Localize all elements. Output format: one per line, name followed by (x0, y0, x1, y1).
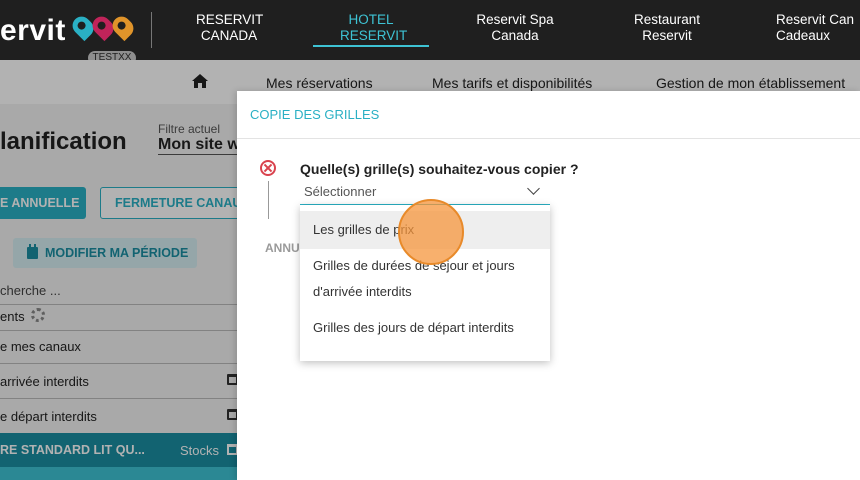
nav-label: HOTEL RESERVIT (340, 12, 408, 43)
nav-hotel-reservit[interactable]: HOTEL RESERVIT (340, 12, 407, 44)
select-placeholder: Sélectionner (304, 184, 377, 199)
nav-label: Restaurant Reservit (633, 12, 701, 43)
cancel-button[interactable]: ANNU (265, 241, 300, 255)
top-navigation-bar: ervit TESTXX RESERVIT CANADA HOTEL RESERVI… (0, 0, 860, 65)
nav-label: RESERVIT CANADA (196, 12, 264, 43)
nav-reservit-canada[interactable]: RESERVIT CANADA (196, 12, 264, 44)
nav-reservit-cadeaux[interactable]: Reservit Can Cadeaux (776, 12, 860, 44)
chevron-down-icon (527, 182, 540, 195)
restaurant-pin-icon (108, 12, 138, 42)
dialog-title: COPIE DES GRILLES (250, 107, 380, 122)
nav-restaurant-reservit[interactable]: Restaurant Reservit (630, 12, 704, 44)
dialog-header: COPIE DES GRILLES (237, 91, 860, 139)
reservit-logo[interactable]: ervit TESTXX (0, 8, 150, 65)
nav-reservit-spa-canada[interactable]: Reservit Spa Canada (472, 12, 558, 44)
logo-divider (151, 12, 152, 48)
error-circle-icon (260, 160, 276, 176)
copy-grids-dialog: COPIE DES GRILLES Quelle(s) grille(s) so… (237, 91, 860, 480)
click-indicator (398, 199, 464, 265)
step-connector (268, 181, 269, 219)
nav-label: Reservit Can Cadeaux (776, 12, 855, 43)
option-grilles-jours-depart[interactable]: Grilles des jours de départ interdits (300, 309, 550, 347)
nav-label: Reservit Spa Canada (476, 12, 554, 43)
active-tab-indicator (313, 45, 429, 47)
logo-text: ervit (0, 14, 66, 47)
question-label: Quelle(s) grille(s) souhaitez-vous copie… (300, 161, 579, 177)
